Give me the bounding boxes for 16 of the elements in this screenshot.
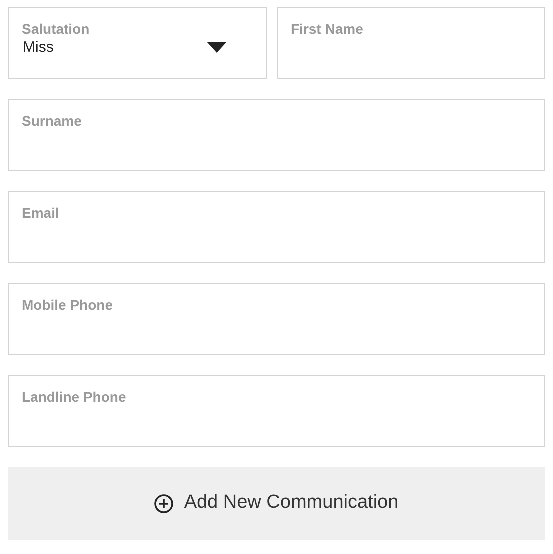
input-field[interactable]: Surname (8, 99, 545, 171)
field-label: Email (22, 204, 60, 222)
input-field[interactable]: Mobile Phone (8, 283, 545, 355)
field-label: First Name (291, 20, 364, 38)
field-label: Salutation (22, 20, 91, 38)
field-label: Surname (22, 112, 83, 130)
field-label: Landline Phone (22, 388, 128, 406)
select-field[interactable]: Salutation Miss (8, 7, 267, 79)
selected-value: Miss (22, 38, 54, 58)
add-communication-button[interactable]: Add New Communication (8, 467, 545, 540)
input-field[interactable]: Email (8, 191, 545, 263)
plus-circle-icon (154, 494, 174, 514)
field-label: Mobile Phone (22, 296, 114, 314)
input-field[interactable]: Landline Phone (8, 375, 545, 447)
input-field[interactable]: First Name (277, 7, 545, 79)
dropdown-caret-icon (207, 42, 227, 52)
